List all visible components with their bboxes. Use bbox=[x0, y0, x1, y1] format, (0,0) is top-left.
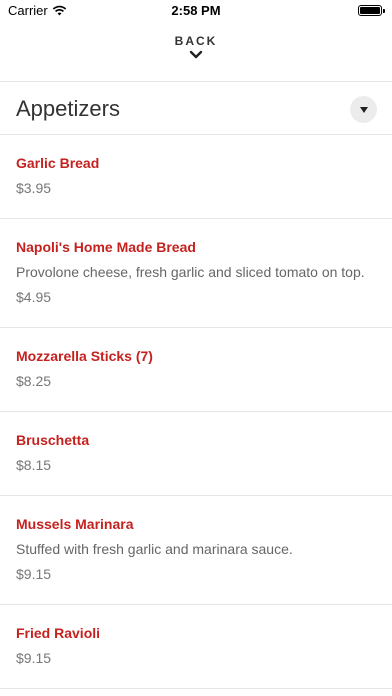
category-title: Appetizers bbox=[16, 96, 120, 121]
menu-item-garlic-bread[interactable]: Garlic Bread $3.95 bbox=[0, 135, 392, 219]
item-name: Bruschetta bbox=[16, 432, 90, 448]
item-description: Stuffed with fresh garlic and marinara s… bbox=[16, 541, 293, 557]
item-price: $3.95 bbox=[16, 180, 52, 196]
item-name: Garlic Bread bbox=[16, 155, 100, 171]
item-price: $9.15 bbox=[16, 650, 52, 666]
item-name: Mussels Marinara bbox=[16, 516, 134, 532]
back-button[interactable]: BACK bbox=[0, 34, 392, 74]
item-price: $8.25 bbox=[16, 373, 52, 389]
item-name: Napoli's Home Made Bread bbox=[16, 239, 196, 255]
status-right bbox=[358, 5, 385, 16]
caret-down-icon bbox=[359, 106, 368, 113]
category-header: Appetizers bbox=[0, 82, 392, 134]
menu-item-list: Garlic Bread $3.95 Napoli's Home Made Br… bbox=[0, 135, 392, 689]
menu-item-bruschetta[interactable]: Bruschetta $8.15 bbox=[0, 412, 392, 496]
category-dropdown-button[interactable] bbox=[350, 96, 377, 123]
item-price: $4.95 bbox=[16, 289, 52, 305]
chevron-down-icon bbox=[189, 50, 203, 59]
back-label: BACK bbox=[174, 34, 218, 48]
menu-item-mozzarella-sticks[interactable]: Mozzarella Sticks (7) $8.25 bbox=[0, 328, 392, 412]
menu-item-mussels-marinara[interactable]: Mussels Marinara Stuffed with fresh garl… bbox=[0, 496, 392, 605]
item-name: Fried Ravioli bbox=[16, 625, 101, 641]
item-name: Mozzarella Sticks (7) bbox=[16, 348, 153, 364]
menu-item-fried-ravioli[interactable]: Fried Ravioli $9.15 bbox=[0, 605, 392, 689]
menu-item-napolis-bread[interactable]: Napoli's Home Made Bread Provolone chees… bbox=[0, 219, 392, 328]
item-description: Provolone cheese, fresh garlic and slice… bbox=[16, 264, 365, 280]
item-price: $8.15 bbox=[16, 457, 52, 473]
item-price: $9.15 bbox=[16, 566, 52, 582]
battery-icon bbox=[358, 5, 385, 16]
status-time: 2:58 PM bbox=[171, 3, 221, 18]
status-bar: Carrier 2:58 PM bbox=[0, 0, 392, 22]
